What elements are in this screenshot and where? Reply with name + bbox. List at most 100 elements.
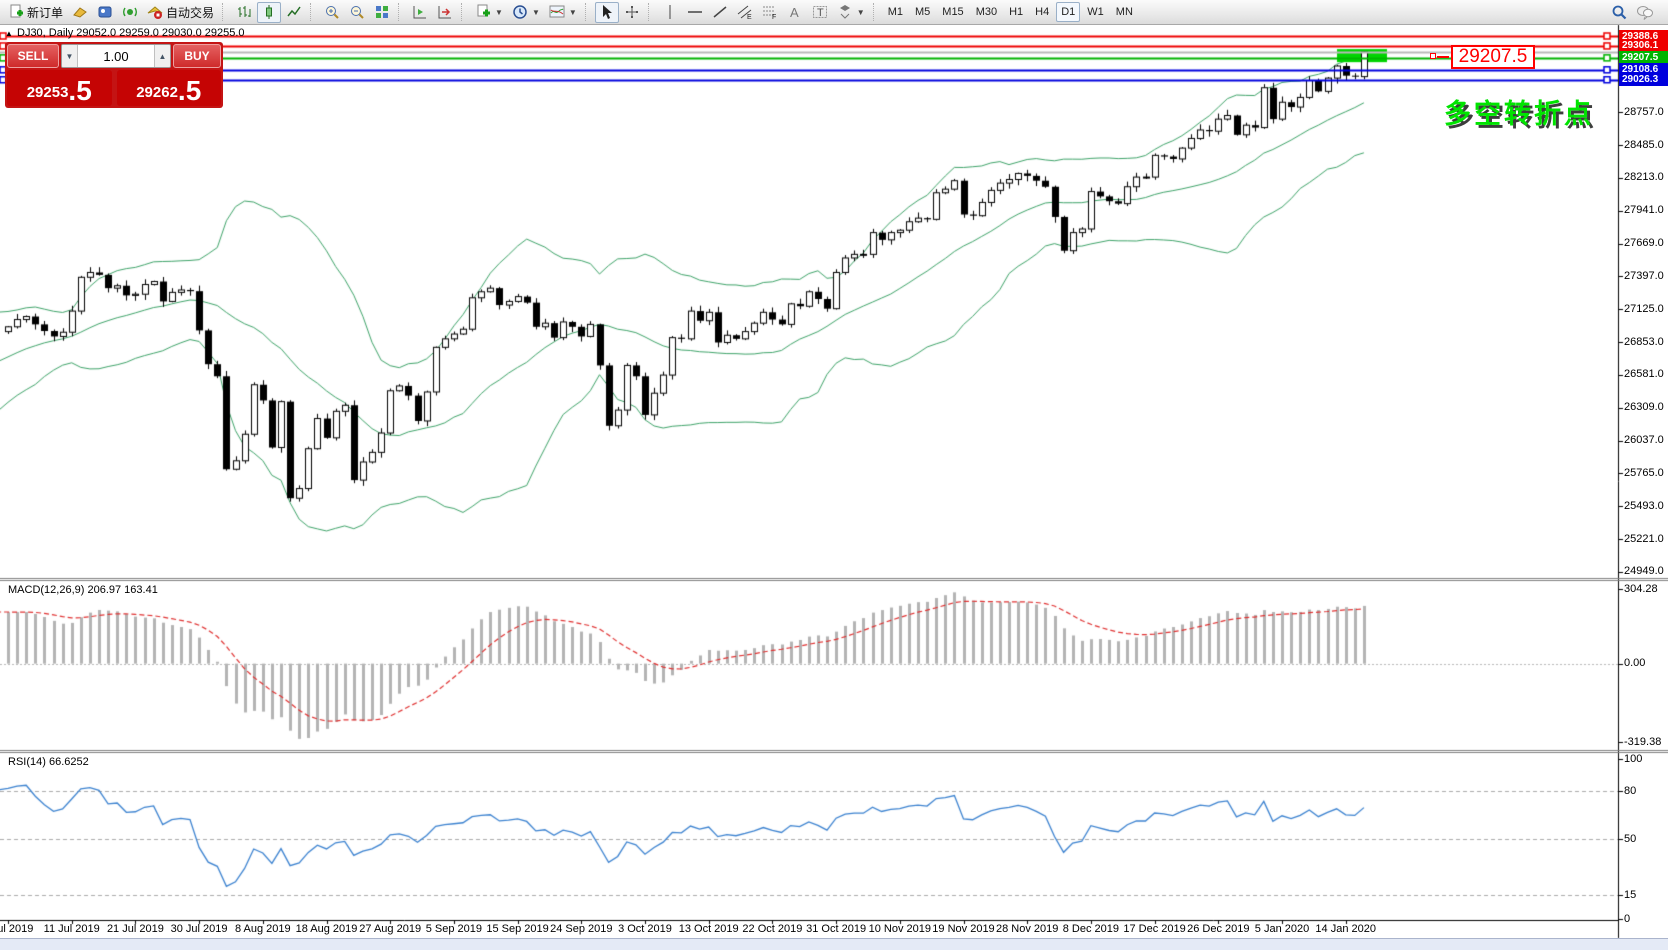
price-axis-label: 26581.0 — [1624, 368, 1664, 380]
timeframe-button-m5[interactable]: M5 — [910, 2, 935, 22]
equidistant-channel-tool[interactable]: E — [733, 2, 757, 23]
indicators-icon — [549, 4, 565, 20]
vertical-line-icon — [662, 4, 678, 20]
price-axis-label: 28757.0 — [1624, 106, 1664, 118]
price-axis-label: 27397.0 — [1624, 270, 1664, 282]
chart-canvas[interactable] — [0, 0, 1668, 950]
timeframe-button-m15[interactable]: M15 — [937, 2, 968, 22]
one-click-trading-panel: SELL ▼ 1.00 ▲ BUY 29253.5 29262.5 — [5, 42, 223, 108]
candle-chart-icon — [261, 4, 277, 20]
line-chart-button[interactable] — [282, 2, 306, 23]
chevron-down-icon: ▼ — [532, 8, 540, 17]
market-watch-button[interactable] — [68, 2, 92, 23]
timeframe-button-h1[interactable]: H1 — [1004, 2, 1028, 22]
symbol-marker-icon: ▲ — [5, 29, 13, 38]
auto-trading-icon — [147, 4, 163, 20]
tile-windows-icon — [374, 4, 390, 20]
triangle-up-icon: ▲ — [159, 52, 167, 61]
volume-value[interactable]: 1.00 — [78, 45, 154, 67]
toolbar-separator — [648, 3, 654, 21]
zoom-out-button[interactable] — [345, 2, 369, 23]
zoom-in-button[interactable] — [320, 2, 344, 23]
line-chart-icon — [286, 4, 302, 20]
volume-input[interactable]: ▼ 1.00 ▲ — [61, 44, 171, 68]
toolbar-separator — [398, 3, 404, 21]
price-axis-label: 27669.0 — [1624, 237, 1664, 249]
timeframe-button-mn[interactable]: MN — [1111, 2, 1138, 22]
timeframe-button-m30[interactable]: M30 — [971, 2, 1002, 22]
timeframe-button-w1[interactable]: W1 — [1082, 2, 1109, 22]
terminal-button[interactable] — [93, 2, 117, 23]
arrows-tool-dropdown[interactable]: ▼ — [833, 2, 869, 23]
sell-price-pips: .5 — [68, 77, 91, 105]
trendline-tool[interactable] — [708, 2, 732, 23]
sell-button[interactable]: SELL — [7, 44, 59, 68]
price-callout-label[interactable]: 29207.5 — [1451, 45, 1535, 69]
price-axis-label: 26853.0 — [1624, 336, 1664, 348]
fibonacci-tool[interactable]: F — [758, 2, 782, 23]
text-label-icon: T — [812, 4, 828, 20]
buy-price-pips: .5 — [178, 77, 201, 105]
chevron-down-icon: ▼ — [857, 8, 865, 17]
chat-icon — [1636, 4, 1654, 20]
crosshair-tool-button[interactable] — [620, 2, 644, 23]
price-axis-label: 24949.0 — [1624, 565, 1664, 577]
text-label-tool[interactable]: T — [808, 2, 832, 23]
turning-point-annotation[interactable]: 多空转折点 — [1444, 92, 1594, 131]
price-axis-label: 27125.0 — [1624, 303, 1664, 315]
chart-shift-button[interactable] — [408, 2, 432, 23]
zoom-out-icon — [349, 4, 365, 20]
indicators-dropdown[interactable]: ▼ — [545, 2, 581, 23]
signals-icon — [122, 4, 138, 20]
chart-title: DJ30, Daily 29052.0 29259.0 29030.0 2925… — [17, 27, 245, 39]
volume-decrease-button[interactable]: ▼ — [62, 45, 78, 67]
fibonacci-icon: F — [762, 4, 778, 20]
sell-price-display[interactable]: 29253.5 — [7, 70, 112, 106]
cursor-tool-button[interactable] — [595, 2, 619, 23]
callout-anchor-handle[interactable] — [1430, 53, 1436, 59]
main-toolbar: 新订单 自动交易 — [0, 0, 1668, 25]
text-icon: A — [787, 4, 803, 20]
period-dropdown[interactable]: ▼ — [508, 2, 544, 23]
rsi-axis-label: 100 — [1624, 753, 1642, 765]
volume-increase-button[interactable]: ▲ — [154, 45, 170, 67]
buy-price-display[interactable]: 29262.5 — [117, 70, 222, 106]
buy-button[interactable]: BUY — [173, 44, 221, 68]
toolbar-separator — [461, 3, 467, 21]
auto-scroll-icon — [437, 4, 453, 20]
bar-chart-button[interactable] — [232, 2, 256, 23]
rsi-axis-label: 0 — [1624, 913, 1630, 925]
macd-axis-label: -319.38 — [1624, 736, 1661, 748]
price-axis-label: 28213.0 — [1624, 171, 1664, 183]
toolbar-separator — [222, 3, 228, 21]
status-bar — [0, 938, 1668, 950]
arrows-icon — [837, 4, 853, 20]
price-axis-label: 28485.0 — [1624, 139, 1664, 151]
new-order-dropdown[interactable]: ▼ — [471, 2, 507, 23]
horizontal-line-tool[interactable] — [683, 2, 707, 23]
timeframe-button-m1[interactable]: M1 — [883, 2, 908, 22]
price-axis-label: 25221.0 — [1624, 533, 1664, 545]
auto-trading-button[interactable]: 自动交易 — [143, 2, 218, 23]
auto-trading-label: 自动交易 — [166, 4, 214, 21]
channel-icon: E — [737, 4, 753, 20]
auto-scroll-button[interactable] — [433, 2, 457, 23]
vertical-line-tool[interactable] — [658, 2, 682, 23]
candle-chart-button[interactable] — [257, 2, 281, 23]
price-axis-label: 26309.0 — [1624, 401, 1664, 413]
toolbar-separator — [310, 3, 316, 21]
timeframe-group: M1M5M15M30H1H4D1W1MN — [883, 2, 1138, 22]
text-tool[interactable]: A — [783, 2, 807, 23]
zoom-in-icon — [324, 4, 340, 20]
buy-price-main: 29262 — [136, 81, 178, 105]
chat-button[interactable] — [1632, 2, 1658, 23]
new-order-button[interactable]: 新订单 — [4, 2, 67, 23]
chevron-down-icon: ▼ — [569, 8, 577, 17]
tile-windows-button[interactable] — [370, 2, 394, 23]
signals-button[interactable] — [118, 2, 142, 23]
price-axis-label: 25493.0 — [1624, 500, 1664, 512]
timeframe-button-h4[interactable]: H4 — [1030, 2, 1054, 22]
search-button[interactable] — [1607, 2, 1631, 23]
trendline-icon — [712, 4, 728, 20]
timeframe-button-d1[interactable]: D1 — [1056, 2, 1080, 22]
